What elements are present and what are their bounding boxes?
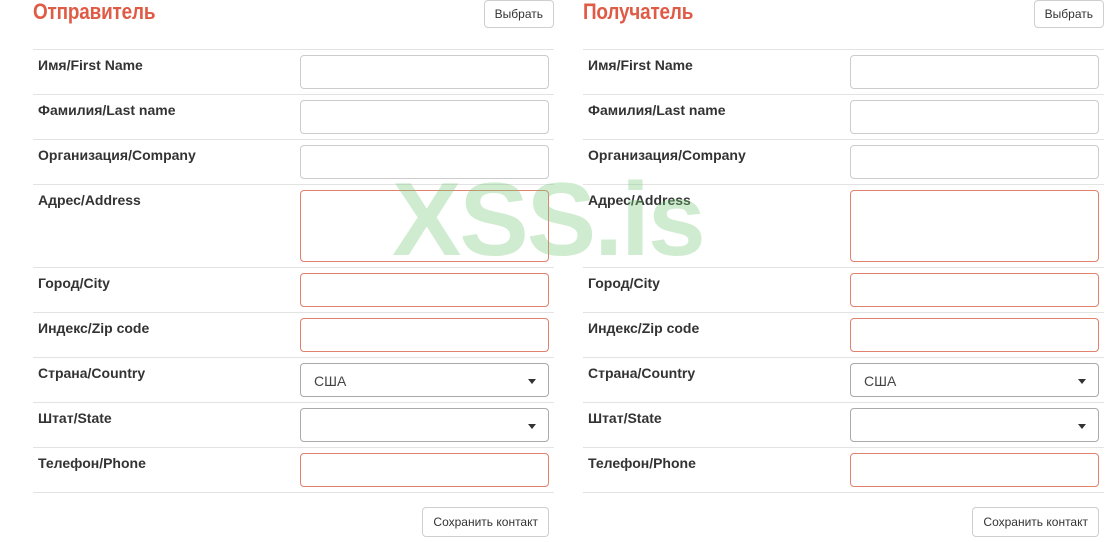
sender-last-name-input[interactable] (300, 100, 549, 134)
first-name-label: Имя/First Name (588, 57, 693, 73)
recipient-row-company: Организация/Company (583, 140, 1104, 185)
chevron-down-icon (1078, 424, 1086, 429)
recipient-row-city: Город/City (583, 268, 1104, 313)
sender-city-input[interactable] (300, 273, 549, 307)
chevron-down-icon (528, 379, 536, 384)
address-label: Адрес/Address (588, 192, 691, 208)
sender-phone-input[interactable] (300, 453, 549, 487)
sender-first-name-input[interactable] (300, 55, 549, 89)
recipient-row-zip: Индекс/Zip code (583, 313, 1104, 358)
recipient-choose-button[interactable]: Выбрать (1033, 0, 1104, 28)
city-label: Город/City (588, 275, 660, 291)
company-label: Организация/Company (38, 147, 196, 163)
recipient-row-phone: Телефон/Phone (583, 448, 1104, 493)
address-label: Адрес/Address (38, 192, 141, 208)
zip-label: Индекс/Zip code (38, 320, 150, 336)
recipient-last-name-input[interactable] (850, 100, 1099, 134)
company-label: Организация/Company (588, 147, 746, 163)
chevron-down-icon (1078, 379, 1086, 384)
sender-choose-button[interactable]: Выбрать (483, 0, 554, 28)
sender-save-contact-button[interactable]: Сохранить контакт (422, 507, 549, 537)
sender-country-value: США (314, 373, 347, 389)
phone-label: Телефон/Phone (38, 455, 146, 471)
recipient-row-address: Адрес/Address (583, 185, 1104, 268)
recipient-row-state: Штат/State (583, 403, 1104, 448)
sender-row-company: Организация/Company (33, 140, 554, 185)
sender-row-address: Адрес/Address (33, 185, 554, 268)
last-name-label: Фамилия/Last name (588, 102, 726, 118)
recipient-row-last-name: Фамилия/Last name (583, 95, 1104, 140)
sender-row-last-name: Фамилия/Last name (33, 95, 554, 140)
recipient-city-input[interactable] (850, 273, 1099, 307)
recipient-first-name-input[interactable] (850, 55, 1099, 89)
sender-company-input[interactable] (300, 145, 549, 179)
sender-row-city: Город/City (33, 268, 554, 313)
country-label: Страна/Country (38, 365, 146, 381)
recipient-phone-input[interactable] (850, 453, 1099, 487)
chevron-down-icon (528, 424, 536, 429)
sender-panel: Отправитель Выбрать Имя/First Name Фамил… (33, 0, 554, 542)
last-name-label: Фамилия/Last name (38, 102, 176, 118)
sender-row-first-name: Имя/First Name (33, 50, 554, 95)
state-label: Штат/State (38, 410, 112, 426)
recipient-country-value: США (864, 373, 897, 389)
sender-state-select[interactable] (300, 408, 549, 442)
recipient-row-country: Страна/Country США (583, 358, 1104, 403)
state-label: Штат/State (588, 410, 662, 426)
recipient-state-select[interactable] (850, 408, 1099, 442)
recipient-company-input[interactable] (850, 145, 1099, 179)
sender-row-zip: Индекс/Zip code (33, 313, 554, 358)
recipient-country-select[interactable]: США (850, 363, 1099, 397)
sender-address-textarea[interactable] (300, 190, 549, 262)
recipient-panel: Получатель Выбрать Имя/First Name Фамили… (583, 0, 1104, 542)
zip-label: Индекс/Zip code (588, 320, 700, 336)
recipient-address-textarea[interactable] (850, 190, 1099, 262)
country-label: Страна/Country (588, 365, 696, 381)
sender-row-phone: Телефон/Phone (33, 448, 554, 493)
recipient-title: Получатель (583, 0, 694, 24)
sender-form: Имя/First Name Фамилия/Last name Организ… (33, 49, 554, 493)
sender-row-country: Страна/Country США (33, 358, 554, 403)
recipient-zip-input[interactable] (850, 318, 1099, 352)
sender-zip-input[interactable] (300, 318, 549, 352)
recipient-save-contact-button[interactable]: Сохранить контакт (972, 507, 1099, 537)
sender-row-state: Штат/State (33, 403, 554, 448)
recipient-row-first-name: Имя/First Name (583, 50, 1104, 95)
sender-title: Отправитель (33, 0, 156, 24)
first-name-label: Имя/First Name (38, 57, 143, 73)
recipient-form: Имя/First Name Фамилия/Last name Организ… (583, 49, 1104, 493)
city-label: Город/City (38, 275, 110, 291)
phone-label: Телефон/Phone (588, 455, 696, 471)
sender-country-select[interactable]: США (300, 363, 549, 397)
